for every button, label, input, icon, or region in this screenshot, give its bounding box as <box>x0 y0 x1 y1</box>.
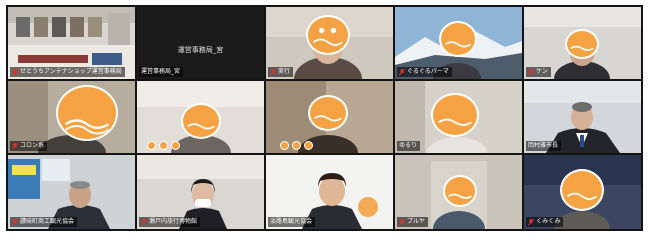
video-tile-participant-6[interactable]: コロン系 <box>8 81 135 153</box>
video-tile-participant-7[interactable] <box>137 81 264 153</box>
face-cover-sticker <box>431 93 479 137</box>
participant-name-label: プルヤ <box>397 217 429 227</box>
video-tile-participant-3[interactable]: 実行 <box>266 7 393 79</box>
video-tile-participant-15[interactable]: くみくみ <box>524 155 641 229</box>
muted-mic-icon <box>141 218 147 226</box>
video-tile-participant-1[interactable]: せとうちアンテナショップ運営事務局 <box>8 7 135 79</box>
video-tile-participant-8[interactable] <box>266 81 393 153</box>
participant-name-label: 淡路島観光協会 <box>268 217 316 227</box>
video-tile-participant-5[interactable]: ケン <box>524 7 641 79</box>
participant-name-label: 実行 <box>268 67 294 77</box>
participant-name-label: 岡村雅市長 <box>526 141 562 151</box>
participant-name-label: くみくみ <box>526 217 564 227</box>
face-cover-sticker <box>308 95 348 131</box>
muted-mic-icon <box>528 68 534 76</box>
participant-name-label: せとうちアンテナショップ運営事務局 <box>10 67 125 77</box>
video-gallery-grid: せとうちアンテナショップ運営事務局 運営事務局_宮 運営事務局_宮 実行 ぐるぐ… <box>6 5 643 231</box>
reaction-stickers <box>280 141 313 150</box>
muted-mic-icon <box>270 68 276 76</box>
video-tile-participant-12[interactable]: 瀬戸内旅行博物館 <box>137 155 264 229</box>
video-tile-participant-9[interactable]: ゆるり <box>395 81 522 153</box>
sticker-dot <box>159 141 168 150</box>
participant-name-label: ゆるり <box>397 141 421 151</box>
muted-mic-icon <box>528 218 534 226</box>
participant-name-label: 運営事務局_宮 <box>139 67 184 77</box>
sticker-dot <box>171 141 180 150</box>
muted-mic-icon <box>399 68 405 76</box>
muted-mic-icon <box>12 218 18 226</box>
face-cover-sticker <box>439 21 477 57</box>
participant-name-label: ケン <box>526 67 551 77</box>
face-cover-sticker <box>56 85 118 141</box>
video-tile-participant-14[interactable]: プルヤ <box>395 155 522 229</box>
participant-name-label: コロン系 <box>10 141 48 151</box>
reaction-stickers <box>147 141 180 150</box>
muted-mic-icon <box>12 68 18 76</box>
video-tile-participant-10[interactable]: 岡村雅市長 <box>524 81 641 153</box>
sticker-dot <box>292 141 301 150</box>
face-cover-sticker <box>565 29 599 59</box>
face-cover-sticker <box>181 103 221 139</box>
participant-name-label: 讃岐町商工観光協会 <box>10 217 78 227</box>
participant-name-label: ぐるぐるパーマ <box>397 67 452 77</box>
face-cover-sticker <box>306 15 350 55</box>
participant-name-label: 瀬戸内旅行博物館 <box>139 217 201 227</box>
video-tile-participant-2[interactable]: 運営事務局_宮 運営事務局_宮 <box>137 7 264 79</box>
video-tile-participant-4[interactable]: ぐるぐるパーマ <box>395 7 522 79</box>
video-tile-participant-11[interactable]: 讃岐町商工観光協会 <box>8 155 135 229</box>
face-cover-sticker <box>560 169 604 211</box>
video-tile-active-speaker[interactable]: 淡路島観光協会 <box>266 155 393 229</box>
participant-center-name: 運営事務局_宮 <box>177 46 224 54</box>
sticker-dot <box>304 141 313 150</box>
muted-mic-icon <box>12 142 18 150</box>
sticker-dot <box>280 141 289 150</box>
muted-mic-icon <box>399 218 405 226</box>
face-cover-sticker <box>443 175 477 207</box>
sticker-dot <box>147 141 156 150</box>
